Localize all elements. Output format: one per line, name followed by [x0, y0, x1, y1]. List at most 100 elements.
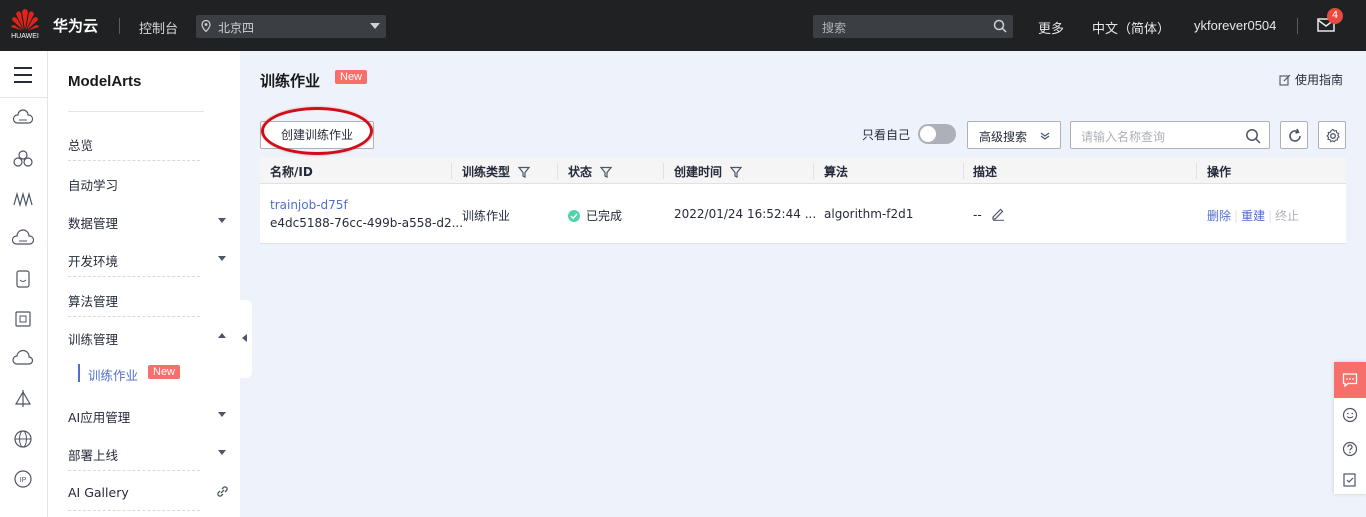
search-icon[interactable]	[993, 19, 1007, 33]
column-header-type[interactable]: 训练类型	[462, 163, 531, 180]
chat-icon	[1342, 373, 1358, 388]
help-icon[interactable]	[1342, 441, 1358, 457]
search-icon[interactable]	[1245, 128, 1261, 144]
survey-icon[interactable]	[1342, 472, 1358, 488]
status-text: 已完成	[586, 209, 623, 223]
job-algorithm: algorithm-f2d1	[824, 207, 914, 221]
filter-icon[interactable]	[517, 166, 531, 178]
highlight-annotation	[261, 107, 373, 155]
deploy-icon[interactable]	[12, 388, 34, 410]
global-search-input[interactable]: 搜索	[813, 15, 1013, 38]
sidebar-item-auto-learning[interactable]: 自动学习	[68, 163, 228, 201]
hamburger-menu-icon[interactable]	[12, 64, 34, 86]
job-status: 已完成	[568, 207, 622, 224]
sidebar-item-label: 算法管理	[68, 294, 119, 309]
usage-guide-label: 使用指南	[1295, 73, 1344, 87]
sidebar-item-label: 开发环境	[68, 254, 119, 269]
mail-count-badge: 4	[1327, 8, 1343, 24]
sidebar-item-overview[interactable]: 总览	[68, 123, 228, 161]
divider	[663, 163, 664, 179]
cloud-icon[interactable]	[12, 348, 34, 370]
top-navigation-bar: HUAWEI 华为云 控制台 北京四 搜索 更多 中文（简体） ykforeve…	[0, 0, 1366, 51]
service-sidebar: ModelArts 总览 自动学习 数据管理 开发环境 算法管理 训练管理 训练…	[48, 51, 240, 517]
divider	[813, 163, 814, 179]
network-icon[interactable]	[12, 188, 34, 210]
settings-button[interactable]	[1318, 121, 1346, 149]
divider	[68, 160, 200, 161]
usage-guide-link[interactable]: 使用指南	[1279, 71, 1343, 88]
job-created-time: 2022/01/24 16:52:44 ...	[674, 207, 817, 221]
logo-text: HUAWEI	[11, 33, 39, 40]
sidebar-item-dev-environment[interactable]: 开发环境	[68, 239, 228, 277]
sidebar-item-training-management[interactable]: 训练管理	[68, 317, 228, 355]
advanced-search-label: 高级搜索	[979, 130, 1028, 144]
job-name-link[interactable]: trainjob-d75f	[270, 198, 348, 212]
globe-icon[interactable]	[12, 428, 34, 450]
sidebar-item-label: AI应用管理	[68, 410, 131, 425]
divider	[68, 111, 204, 112]
divider	[0, 97, 48, 98]
divider	[1196, 163, 1197, 179]
storage-icon[interactable]	[12, 228, 34, 250]
language-selector[interactable]: 中文（简体）	[1092, 18, 1170, 37]
chevron-down-icon	[370, 23, 380, 29]
only-mine-label: 只看自己	[862, 128, 911, 142]
column-header-status[interactable]: 状态	[568, 163, 613, 180]
rebuild-button[interactable]: 重建	[1241, 209, 1265, 223]
external-link-icon	[217, 486, 228, 497]
user-account-menu[interactable]: ykforever0504	[1194, 18, 1276, 33]
divider	[68, 470, 200, 471]
row-actions: 删除 | 重建 | 终止	[1207, 207, 1299, 224]
container-icon[interactable]	[12, 308, 34, 330]
chevron-down-icon	[218, 450, 226, 455]
check-circle-icon	[568, 210, 580, 222]
sidebar-item-algorithm-management[interactable]: 算法管理	[68, 279, 228, 317]
database-icon[interactable]	[12, 268, 34, 290]
service-title: ModelArts	[68, 73, 142, 90]
region-label: 北京四	[218, 21, 255, 35]
sidebar-collapse-toggle[interactable]	[240, 300, 252, 378]
divider: |	[1234, 209, 1239, 223]
console-link[interactable]: 控制台	[139, 18, 178, 37]
sidebar-item-data-management[interactable]: 数据管理	[68, 201, 228, 239]
page-title: 训练作业	[260, 72, 321, 90]
chevron-left-icon	[242, 334, 247, 342]
new-badge: New	[335, 70, 368, 84]
table-header: 名称/ID 训练类型 状态 创建时间 算法 描述 操作	[260, 157, 1346, 184]
sidebar-item-ai-gallery[interactable]: AI Gallery	[68, 473, 228, 511]
divider	[1297, 18, 1298, 34]
cluster-icon[interactable]	[12, 148, 34, 170]
search-placeholder: 搜索	[822, 21, 847, 35]
edit-document-icon	[1279, 74, 1291, 86]
sidebar-item-label: 训练管理	[68, 332, 119, 347]
column-header-created-time[interactable]: 创建时间	[674, 163, 743, 180]
chevron-down-icon	[218, 412, 226, 417]
sidebar-item-label: 总览	[68, 138, 94, 153]
sidebar-item-ai-app-management[interactable]: AI应用管理	[68, 395, 228, 433]
filter-icon[interactable]	[729, 166, 743, 178]
sidebar-item-deployment[interactable]: 部署上线	[68, 433, 228, 471]
delete-button[interactable]: 删除	[1207, 209, 1231, 223]
filter-icon[interactable]	[599, 166, 613, 178]
search-placeholder: 请输入名称查询	[1081, 130, 1166, 144]
more-menu[interactable]: 更多	[1038, 18, 1064, 37]
gear-icon	[1326, 128, 1340, 143]
terminate-button[interactable]: 终止	[1275, 209, 1299, 223]
name-search-input[interactable]: 请输入名称查询	[1070, 121, 1270, 149]
ip-icon[interactable]: IP	[12, 468, 34, 490]
floating-toolbar	[1334, 362, 1366, 494]
brand-name[interactable]: 华为云	[53, 15, 98, 36]
sidebar-item-label: 自动学习	[68, 178, 119, 193]
cloud-server-icon[interactable]	[12, 108, 34, 130]
chat-button[interactable]	[1334, 362, 1366, 398]
region-selector[interactable]: 北京四	[196, 15, 386, 38]
table-row: trainjob-d75f e4dc5188-76cc-499b-a558-d2…	[260, 184, 1346, 244]
divider: |	[1268, 209, 1273, 223]
feedback-smile-icon[interactable]	[1342, 407, 1358, 423]
toggle-knob	[920, 126, 936, 142]
advanced-search-button[interactable]: 高级搜索	[967, 121, 1061, 149]
only-mine-toggle[interactable]	[918, 124, 956, 144]
refresh-button[interactable]	[1280, 121, 1308, 149]
edit-icon[interactable]	[991, 207, 1005, 221]
description-text: --	[973, 208, 982, 222]
